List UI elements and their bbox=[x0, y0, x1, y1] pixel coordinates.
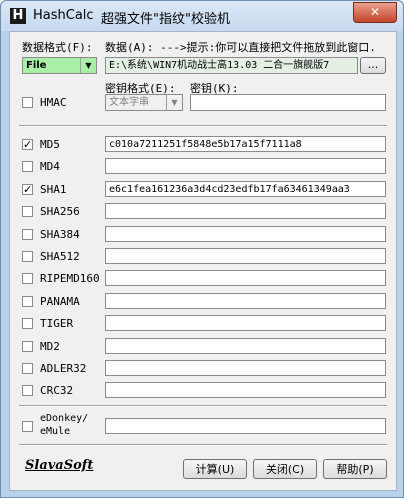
data-format-value: File bbox=[26, 60, 47, 71]
hash-checkbox-sha512[interactable] bbox=[22, 251, 33, 262]
calculate-button[interactable]: 计算(U) bbox=[183, 459, 247, 479]
hash-field-sha512[interactable] bbox=[105, 248, 386, 264]
hash-label-ripemd160: RIPEMD160 bbox=[40, 272, 100, 285]
hashcalc-app-icon[interactable]: H bbox=[10, 8, 26, 24]
data-format-label: 数据格式(F): bbox=[22, 41, 93, 54]
hash-checkbox-adler32[interactable] bbox=[22, 363, 33, 374]
key-format-value: 文本字串 bbox=[109, 97, 149, 108]
hash-checkbox-tiger[interactable] bbox=[22, 318, 33, 329]
chevron-down-icon[interactable]: ▼ bbox=[80, 58, 96, 73]
hash-field-sha256[interactable] bbox=[105, 203, 386, 219]
hash-checkbox-sha256[interactable] bbox=[22, 206, 33, 217]
hash-checkbox-sha384[interactable] bbox=[22, 229, 33, 240]
window-close-button[interactable]: ✕ bbox=[353, 2, 397, 23]
data-label: 数据(A): --->提示:你可以直接把文件拖放到此窗口. bbox=[105, 41, 376, 54]
hash-label-md5: MD5 bbox=[40, 138, 60, 151]
edonkey-label-line1: eDonkey/ bbox=[40, 413, 89, 424]
hash-label-panama: PANAMA bbox=[40, 295, 80, 308]
hash-label-tiger: TIGER bbox=[40, 317, 74, 330]
hash-checkbox-ripemd160[interactable] bbox=[22, 273, 33, 284]
separator bbox=[19, 444, 387, 446]
hash-field-tiger[interactable] bbox=[105, 315, 386, 331]
slavasoft-logo: SlavaSoft bbox=[25, 458, 94, 473]
separator bbox=[19, 125, 387, 127]
hash-label-sha1: SHA1 bbox=[40, 183, 67, 196]
close-button[interactable]: 关闭(C) bbox=[253, 459, 317, 479]
hash-field-sha384[interactable] bbox=[105, 226, 386, 242]
hash-label-adler32: ADLER32 bbox=[40, 362, 87, 375]
main-panel: 数据格式(F): 数据(A): --->提示:你可以直接把文件拖放到此窗口. F… bbox=[9, 31, 397, 491]
edonkey-checkbox[interactable] bbox=[22, 421, 33, 432]
hash-field-md5[interactable]: c010a7211251f5848e5b17a15f7111a8 bbox=[105, 136, 386, 152]
data-format-select[interactable]: File ▼ bbox=[22, 57, 97, 74]
hash-checkbox-panama[interactable] bbox=[22, 296, 33, 307]
hash-label-sha256: SHA256 bbox=[40, 205, 80, 218]
hash-checkbox-md4[interactable] bbox=[22, 161, 33, 172]
hash-field-md2[interactable] bbox=[105, 338, 386, 354]
hash-label-crc32: CRC32 bbox=[40, 384, 74, 397]
browse-button[interactable]: ... bbox=[360, 57, 386, 74]
help-button[interactable]: 帮助(P) bbox=[323, 459, 387, 479]
hash-label-sha512: SHA512 bbox=[40, 250, 80, 263]
separator bbox=[19, 405, 387, 407]
data-path-input[interactable]: E:\系统\WIN7机动战士高13.03 二合一旗舰版7 bbox=[105, 57, 358, 74]
key-input[interactable] bbox=[190, 94, 386, 111]
app-window: H HashCalc 超强文件"指纹"校验机 ✕ 数据格式(F): 数据(A):… bbox=[0, 0, 404, 498]
hash-field-adler32[interactable] bbox=[105, 360, 386, 376]
edonkey-label-line2: eMule bbox=[40, 426, 71, 437]
edonkey-hash-field[interactable] bbox=[105, 418, 386, 434]
chevron-down-icon[interactable]: ▼ bbox=[166, 95, 182, 110]
hash-checkbox-md5[interactable]: ✓ bbox=[22, 139, 33, 150]
hash-field-sha1[interactable]: e6c1fea161236a3d4cd23edfb17fa63461349aa3 bbox=[105, 181, 386, 197]
hmac-checkbox[interactable] bbox=[22, 97, 33, 108]
hash-label-md2: MD2 bbox=[40, 340, 60, 353]
hmac-label: HMAC bbox=[40, 96, 67, 109]
hash-label-md4: MD4 bbox=[40, 160, 60, 173]
key-format-select[interactable]: 文本字串 ▼ bbox=[105, 94, 183, 111]
window-title: HashCalc bbox=[33, 8, 94, 23]
hash-field-crc32[interactable] bbox=[105, 382, 386, 398]
hash-checkbox-sha1[interactable]: ✓ bbox=[22, 184, 33, 195]
title-bar[interactable]: H HashCalc 超强文件"指纹"校验机 ✕ bbox=[1, 1, 403, 31]
hash-field-ripemd160[interactable] bbox=[105, 270, 386, 286]
hash-label-sha384: SHA384 bbox=[40, 228, 80, 241]
hash-field-md4[interactable] bbox=[105, 158, 386, 174]
window-subtitle: 超强文件"指纹"校验机 bbox=[101, 12, 230, 27]
hash-checkbox-crc32[interactable] bbox=[22, 385, 33, 396]
hash-field-panama[interactable] bbox=[105, 293, 386, 309]
hash-checkbox-md2[interactable] bbox=[22, 341, 33, 352]
